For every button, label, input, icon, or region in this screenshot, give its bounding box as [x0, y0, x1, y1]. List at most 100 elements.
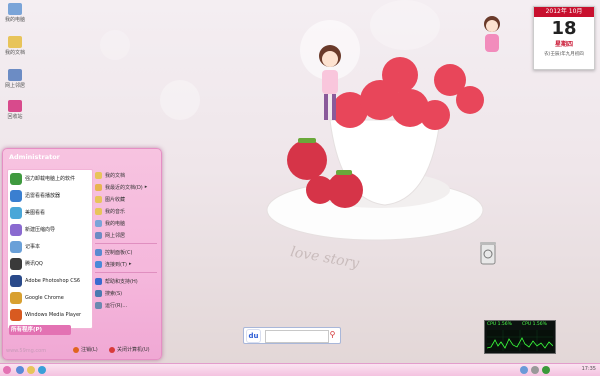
program-label: 强力卸载电脑上的软件 — [25, 176, 76, 182]
quicklaunch-folder-icon[interactable] — [27, 366, 35, 374]
desktop-icon-recycle-bin[interactable]: 回收站 — [2, 100, 28, 120]
calendar-day: 18 — [551, 18, 577, 39]
place-item-help[interactable]: 帮助和支持(H) — [95, 275, 157, 287]
place-label: 帮助和支持(H) — [105, 278, 138, 285]
start-menu: Administrator 强力卸载电脑上的软件 迅雷看看播放器 美图看看 新建… — [2, 148, 162, 360]
place-item-music[interactable]: 我的音乐 — [95, 205, 157, 217]
program-item[interactable]: 记事本 — [8, 238, 92, 255]
program-item[interactable]: 美图看看 — [8, 204, 92, 221]
place-label: 图片收藏 — [105, 196, 126, 203]
network-icon — [95, 231, 102, 239]
watermark: www.59mg.com — [6, 348, 47, 354]
place-item-pictures[interactable]: 图片收藏 — [95, 193, 157, 205]
cpu-right-label: CPU 1.56% — [522, 322, 547, 327]
menu-separator — [95, 243, 157, 244]
media-player-icon — [10, 308, 22, 321]
chrome-icon — [10, 291, 22, 304]
qq-icon — [10, 257, 22, 270]
program-item[interactable]: Windows Media Player — [8, 306, 92, 323]
logoff-icon — [73, 346, 79, 353]
taskbar-clock[interactable]: 17:35 — [582, 366, 596, 372]
start-menu-programs: 强力卸载电脑上的软件 迅雷看看播放器 美图看看 新建压缩向导 记事本 腾讯QQ … — [7, 169, 93, 329]
program-label: 新建压缩向导 — [25, 227, 56, 233]
place-label: 我的文档 — [105, 172, 126, 179]
shutdown-button[interactable]: 关闭计算机(U) — [109, 346, 150, 353]
place-label: 连接到(T) — [105, 261, 127, 268]
place-item-control-panel[interactable]: 控制面板(C) — [95, 246, 157, 258]
cpu-graph — [487, 330, 553, 351]
connect-icon — [95, 260, 102, 268]
place-label: 搜索(S) — [105, 290, 123, 297]
start-menu-places: 我的文档 我最近的文档(D) ▸ 图片收藏 我的音乐 我的电脑 网上邻居 控制面板… — [95, 169, 157, 327]
place-item-run[interactable]: 运行(R)... — [95, 299, 157, 311]
tray-volume-icon[interactable] — [531, 366, 539, 374]
place-label: 我的音乐 — [105, 208, 126, 215]
place-item-connect[interactable]: 连接到(T) ▸ — [95, 258, 157, 270]
menu-separator — [95, 272, 157, 273]
desktop-icon-network[interactable]: 网上邻居 — [2, 69, 28, 89]
shutdown-label: 关闭计算机(U) — [117, 347, 150, 353]
tray-security-icon[interactable] — [542, 366, 550, 374]
search-icon: ⚲ — [329, 330, 336, 339]
search-widget: du ⚲ — [243, 327, 341, 344]
program-label: Adobe Photoshop CS6 — [25, 277, 81, 284]
power-icon — [109, 346, 115, 353]
run-icon — [95, 301, 102, 309]
network-icon — [8, 69, 22, 81]
calendar-month: 2012年 10月 — [534, 7, 594, 17]
search-button[interactable]: ⚲ — [327, 329, 338, 340]
desktop-icon-label: 网上邻居 — [4, 83, 25, 89]
place-item-network[interactable]: 网上邻居 — [95, 229, 157, 241]
program-item[interactable]: 腾讯QQ — [8, 255, 92, 272]
recycle-icon — [8, 100, 22, 112]
desktop-icon-my-computer[interactable]: 我的电脑 — [2, 3, 28, 23]
player-icon — [10, 189, 22, 202]
computer-icon — [95, 219, 102, 227]
place-label: 控制面板(C) — [105, 249, 133, 256]
program-item[interactable]: Google Chrome — [8, 289, 92, 306]
cpu-meter-widget: CPU 1.56% CPU 1.56% — [484, 320, 556, 354]
my-documents-icon — [8, 36, 22, 48]
program-label: 迅雷看看播放器 — [25, 193, 61, 199]
wallpaper-cartoon-girl-2 — [484, 16, 500, 52]
cpu-left-label: CPU 1.56% — [487, 322, 512, 327]
all-programs-button[interactable]: 所有程序(P) — [9, 325, 71, 335]
taskbar: 17:35 — [0, 363, 600, 376]
place-item-search[interactable]: 搜索(S) — [95, 287, 157, 299]
recent-docs-icon — [95, 183, 102, 191]
folder-icon — [95, 171, 102, 179]
help-icon — [95, 277, 102, 285]
tray-network-icon[interactable] — [520, 366, 528, 374]
photo-viewer-icon — [10, 206, 22, 219]
photoshop-icon — [10, 274, 22, 287]
program-label: 腾讯QQ — [25, 261, 43, 267]
place-item-recent[interactable]: 我最近的文档(D) ▸ — [95, 181, 157, 193]
pictures-icon — [95, 195, 102, 203]
program-label: Google Chrome — [25, 294, 64, 301]
quicklaunch-media-icon[interactable] — [38, 366, 46, 374]
program-item[interactable]: Adobe Photoshop CS6 — [8, 272, 92, 289]
program-item[interactable]: 新建压缩向导 — [8, 221, 92, 238]
place-item-my-documents[interactable]: 我的文档 — [95, 169, 157, 181]
calendar-widget[interactable]: 2012年 10月 18 星期四 农(壬辰)年九月初四 — [533, 6, 595, 70]
search-icon — [95, 289, 102, 297]
archive-icon — [10, 223, 22, 236]
place-label: 网上邻居 — [105, 232, 126, 239]
control-panel-icon — [95, 248, 102, 256]
uninstall-icon — [10, 172, 22, 185]
quicklaunch-browser-icon[interactable] — [16, 366, 24, 374]
program-item[interactable]: 强力卸载电脑上的软件 — [8, 170, 92, 187]
submenu-arrow-icon: ▸ — [128, 261, 132, 267]
desktop-icon-my-documents[interactable]: 我的文档 — [2, 36, 28, 56]
program-item[interactable]: 迅雷看看播放器 — [8, 187, 92, 204]
program-label: 美图看看 — [25, 210, 46, 216]
desktop-icon-label: 我的文档 — [4, 50, 25, 56]
logoff-button[interactable]: 注销(L) — [73, 346, 98, 353]
trash-can-widget[interactable] — [478, 240, 498, 266]
place-item-computer[interactable]: 我的电脑 — [95, 217, 157, 229]
calendar-weekday: 星期四 — [554, 41, 573, 48]
calendar-lunar: 农(壬辰)年九月初四 — [544, 52, 584, 57]
search-input[interactable] — [265, 330, 329, 343]
start-button[interactable] — [3, 366, 11, 374]
start-menu-username: Administrator — [9, 153, 60, 161]
